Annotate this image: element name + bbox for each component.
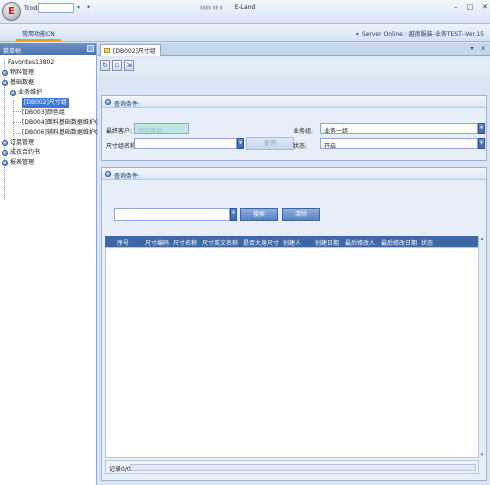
node-globe-icon [10,90,16,96]
window-controls: – □ ✕ [454,3,488,11]
refresh-icon[interactable]: ↻ [100,60,110,71]
tree-item-report[interactable]: 报表管理 [0,158,96,168]
content-area: [DB002]尺寸组 ▾ x ↻ ▫ ⇲ 查询条件: 最终客户: 除开查询 尺寸… [98,43,490,485]
tree-item-db002[interactable]: [DB002]尺寸组 [0,98,96,108]
size-group-dropdown-icon[interactable]: ▾ [237,138,244,149]
node-globe-icon [2,140,8,146]
grid-vertical-scrollbar[interactable]: ▴ ▾ [478,236,485,458]
col-size-name[interactable]: 尺寸名称 [173,238,197,247]
document-tab-bar: [DB002]尺寸组 ▾ x [98,43,490,56]
customer-label: 最终客户: [106,128,133,135]
tab-controls[interactable]: ▾ x [471,45,488,52]
tree-item-db003[interactable]: [DB003]颜色组 [0,108,96,118]
customer-field[interactable]: 除开查询 [134,123,189,134]
results-panel: 查询条件: ▾ 搜索 清除 序号 尺寸编码 尺寸名称 尺寸英文名称 是否大身尺寸… [101,167,487,481]
grid-horizontal-scrollbar[interactable] [130,464,476,471]
grid-header: 序号 尺寸编码 尺寸名称 尺寸英文名称 是否大身尺寸 创建人 创建日期 最后修改… [105,236,479,247]
col-index[interactable]: 序号 [117,238,129,247]
business-group-label: 业务组: [293,128,314,135]
triangle-down-icon[interactable]: ▾ [356,31,359,38]
tree-item-favorites[interactable]: Favorites13802 [0,58,96,68]
filter-input[interactable] [114,208,230,221]
col-size-code[interactable]: 尺寸编码 [145,238,169,247]
status-select[interactable]: 开启 [320,138,478,149]
status-label: 状态: [293,143,308,150]
ribbon-bar: 常用功能CN ▾ Server Online : 越南服装-业务TEST--Ver… [0,24,490,42]
tree-item-db006[interactable]: [DB006]辅料基础数据维护(新) [0,128,106,138]
tree-item-basic-data[interactable]: 基础数据 [0,78,96,88]
query-conditions-panel: 查询条件: 最终客户: 除开查询 尺寸组名称: ▾ 查询 业务组: 业务一组 ▾… [101,95,487,161]
menu-tree: Favorites13802 物料管理 基础数据 业务维护 [DB002]尺寸组… [0,55,106,200]
node-globe-icon [2,150,8,156]
window-title: E-Land [234,4,256,11]
menu-tree-title: 菜单树 [3,48,22,55]
query-button[interactable]: 查询 [246,137,294,150]
status-dropdown-icon[interactable]: ▾ [478,138,485,149]
favorites-tab[interactable]: 常用功能CN [16,28,61,41]
clear-button[interactable]: 清除 [282,208,320,221]
close-icon[interactable]: ✕ [482,3,488,11]
menu-tree-header: 菜单树 [0,43,96,55]
tree-item-material[interactable]: 物料管理 [0,68,96,78]
business-group-dropdown-icon[interactable]: ▾ [478,123,485,134]
tree-item-business-maint[interactable]: 业务维护 [0,88,96,98]
minimize-icon[interactable]: – [454,3,458,11]
node-globe-icon [2,80,8,86]
tree-item-db004[interactable]: [DB004]面料基础数据维护(新) [0,118,106,128]
business-group-select[interactable]: 业务一组 [320,123,478,134]
document-icon [104,48,110,53]
scroll-up-icon[interactable]: ▴ [479,236,485,242]
record-count: 记录0/0 [109,466,131,473]
tab-db002[interactable]: [DB002]尺寸组 [100,44,161,56]
tree-item-order[interactable]: 订单管理 [0,138,96,148]
tree-item-contract[interactable]: 成衣合约书 [0,148,96,158]
pin-icon[interactable] [87,45,94,52]
export-icon[interactable]: ⇲ [124,60,134,71]
server-status: ▾ Server Online : 越南服装-业务TEST--Ver.15 [356,29,484,38]
col-size-en-name[interactable]: 尺寸英文名称 [202,238,238,247]
panel-collapse-icon[interactable] [105,171,111,177]
node-globe-icon [2,160,8,166]
size-group-field[interactable] [134,138,237,149]
results-grid [105,247,479,458]
search-button[interactable]: 搜索 [240,208,278,221]
panel-collapse-icon[interactable] [105,99,111,105]
server-status-text: Server Online : 越南服装-业务TEST--Ver.15 [361,31,484,38]
col-creator[interactable]: 创建人 [283,238,301,247]
col-is-main-size[interactable]: 是否大身尺寸 [243,238,279,247]
grid-footer: 记录0/0 [105,460,479,474]
scroll-down-icon[interactable]: ▾ [479,452,485,458]
menu-tree-panel: 菜单树 Favorites13802 物料管理 基础数据 业务维护 [DB002… [0,43,106,485]
maximize-icon[interactable]: □ [467,3,474,11]
col-last-modified-date[interactable]: 最后修改日期 [381,238,417,247]
filter-dropdown-icon[interactable]: ▾ [230,208,237,221]
col-create-date[interactable]: 创建日期 [315,238,339,247]
col-status[interactable]: 状态 [421,238,433,247]
title-bar: E Tcode ▾ ✦ ▮▮▮▮ ▮▮ ▮ E-Land – □ ✕ [0,0,490,24]
node-globe-icon [2,70,8,76]
page-toolbar: ↻ ▫ ⇲ [98,57,490,75]
new-doc-icon[interactable]: ▫ [112,60,122,71]
col-last-modifier[interactable]: 最后修改人 [345,238,375,247]
query-panel-header: 查询条件: [102,96,486,108]
results-panel-header: 查询条件: [102,168,486,180]
